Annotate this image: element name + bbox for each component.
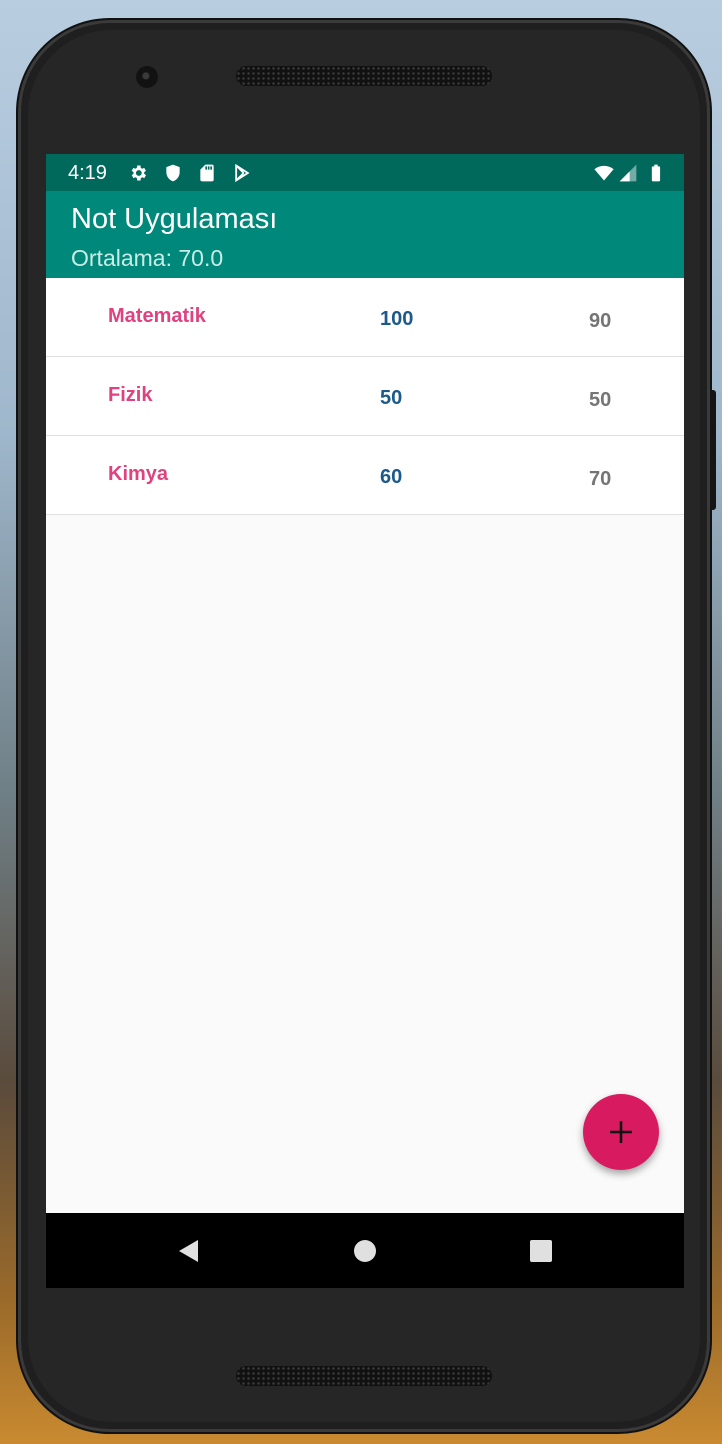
app-title: Not Uygulaması: [71, 203, 278, 235]
power-button: [710, 390, 716, 510]
add-grade-button[interactable]: [583, 1094, 659, 1170]
status-bar: 4:19: [46, 154, 684, 191]
course-name: Kimya: [108, 463, 169, 485]
grade-1: 100: [380, 308, 414, 330]
play-store-icon: [235, 163, 250, 183]
screen: 4:19 Not Uygulaması Ortalama: 70.0 Matem…: [46, 154, 684, 1288]
recents-icon[interactable]: [527, 1237, 555, 1265]
grade-row[interactable]: Kimya 60 70: [46, 436, 684, 515]
app-bar: Not Uygulaması Ortalama: 70.0: [46, 191, 684, 278]
status-time: 4:19: [68, 162, 107, 184]
settings-icon: [131, 165, 146, 181]
grades-list: Matematik 100 90 Fizik 50 50 Kimya 60 70: [46, 278, 684, 515]
navigation-bar: [46, 1213, 684, 1288]
grade-2: 70: [589, 468, 612, 490]
top-speaker: [236, 66, 492, 86]
wifi-icon: [594, 165, 614, 181]
grade-row[interactable]: Matematik 100 90: [46, 278, 684, 357]
sd-card-icon: [200, 164, 214, 182]
course-name: Matematik: [108, 305, 206, 327]
shield-icon: [166, 164, 180, 182]
grade-1: 60: [380, 466, 403, 488]
grade-2: 90: [589, 310, 612, 332]
plus-icon: [610, 1121, 632, 1143]
grade-1: 50: [380, 387, 403, 409]
front-camera: [136, 66, 158, 88]
battery-icon: [651, 164, 661, 182]
course-name: Fizik: [108, 384, 153, 406]
average-subtitle: Ortalama: 70.0: [71, 245, 224, 271]
back-icon[interactable]: [174, 1237, 202, 1265]
bottom-speaker: [236, 1366, 492, 1386]
grade-2: 50: [589, 389, 612, 411]
cellular-signal-icon: [619, 164, 637, 182]
grade-row[interactable]: Fizik 50 50: [46, 357, 684, 436]
home-icon[interactable]: [351, 1237, 379, 1265]
